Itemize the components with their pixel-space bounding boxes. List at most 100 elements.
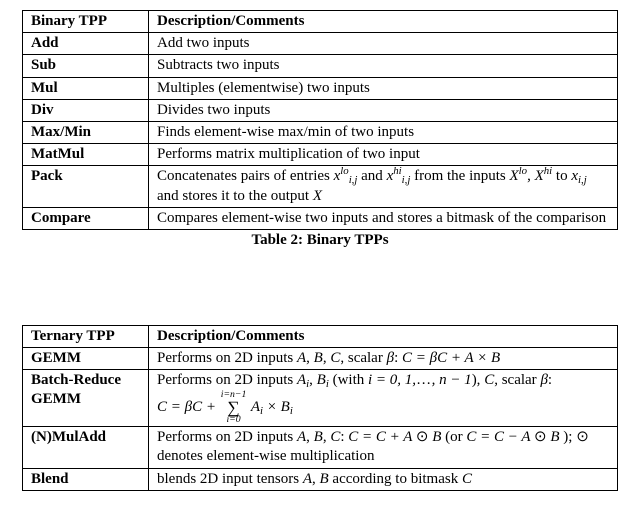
- sym: A: [297, 429, 306, 445]
- eq: B: [428, 429, 441, 445]
- text: );: [563, 429, 576, 445]
- text: ,: [309, 372, 317, 388]
- table-row: GEMM Performs on 2D inputs A, B, C, scal…: [23, 348, 618, 370]
- row-name: Div: [23, 99, 149, 121]
- row-desc: Subtracts two inputs: [149, 55, 618, 77]
- text: ),: [472, 372, 485, 388]
- row-name: Max/Min: [23, 121, 149, 143]
- table-row: Add Add two inputs: [23, 33, 618, 55]
- row-name: (N)MulAdd: [23, 427, 149, 468]
- sup: hi: [544, 165, 552, 177]
- text: Performs on 2D inputs: [157, 350, 297, 366]
- text: ,: [312, 471, 320, 487]
- sym: B: [314, 429, 323, 445]
- sym: A: [247, 399, 260, 415]
- text: Performs on 2D inputs: [157, 429, 297, 445]
- text: ,: [306, 350, 314, 366]
- sym: C: [462, 471, 472, 487]
- binary-tpp-table: Binary TPP Description/Comments Add Add …: [22, 10, 618, 230]
- table-row: MatMul Performs matrix multiplication of…: [23, 144, 618, 166]
- sym: B: [317, 372, 326, 388]
- sub: i,j: [578, 174, 587, 186]
- table2-caption: Table 2: Binary TPPs: [22, 232, 618, 249]
- table-row: Div Divides two inputs: [23, 99, 618, 121]
- row-name: Batch-Reduce GEMM: [23, 370, 149, 427]
- odot-icon: ⊙: [576, 429, 589, 445]
- text: (with: [329, 372, 368, 388]
- text: scalar: [502, 372, 541, 388]
- sup: lo: [519, 165, 527, 177]
- row-name: MatMul: [23, 144, 149, 166]
- sym: A: [297, 350, 306, 366]
- eq: C = C − A: [466, 429, 534, 445]
- sym: β: [540, 372, 547, 388]
- text: Concatenates pairs of entries: [157, 168, 334, 184]
- row-name: Add: [23, 33, 149, 55]
- row-desc: Divides two inputs: [149, 99, 618, 121]
- range2: , n − 1: [432, 372, 472, 388]
- text: and: [357, 168, 386, 184]
- row-name: GEMM: [23, 348, 149, 370]
- sym: β: [387, 350, 394, 366]
- text: ,: [527, 168, 535, 184]
- sub: i: [290, 405, 293, 417]
- sym: X: [313, 188, 322, 204]
- sym: A: [297, 372, 306, 388]
- page: Binary TPP Description/Comments Add Add …: [0, 0, 640, 501]
- sym: X: [510, 168, 519, 184]
- sum-icon: i=n−1∑i=0: [221, 390, 247, 425]
- row-name: Mul: [23, 77, 149, 99]
- table-row: Mul Multiples (elementwise) two inputs: [23, 77, 618, 99]
- table-row: (N)MulAdd Performs on 2D inputs A, B, C:…: [23, 427, 618, 468]
- row-desc: Performs matrix multiplication of two in…: [149, 144, 618, 166]
- spacer: [22, 249, 618, 325]
- table-row: Compare Compares element-wise two inputs…: [23, 207, 618, 229]
- text: according to bitmask: [329, 471, 462, 487]
- sym: × B: [263, 399, 290, 415]
- text: blends 2D input tensors: [157, 471, 303, 487]
- eq: B: [547, 429, 564, 445]
- table-row: Blend blends 2D input tensors A, B accor…: [23, 468, 618, 490]
- col-header-binary-tpp: Binary TPP: [23, 11, 149, 33]
- col-header-ternary-tpp: Ternary TPP: [23, 325, 149, 347]
- sym: C: [330, 350, 340, 366]
- row-name: Sub: [23, 55, 149, 77]
- sym: C: [484, 372, 494, 388]
- sup: hi: [393, 165, 401, 177]
- row-desc: Performs on 2D inputs A, B, C: C = C + A…: [149, 427, 618, 468]
- table-row: Max/Min Finds element-wise max/min of tw…: [23, 121, 618, 143]
- table-row: Batch-Reduce GEMM Performs on 2D inputs …: [23, 370, 618, 427]
- odot-icon: ⊙: [534, 429, 547, 445]
- eq: C = βC + A × B: [402, 350, 500, 366]
- text: Performs on 2D inputs: [157, 372, 297, 388]
- sym: A: [303, 471, 312, 487]
- ternary-tpp-table: Ternary TPP Description/Comments GEMM Pe…: [22, 325, 618, 491]
- row-desc: Compares element-wise two inputs and sto…: [149, 207, 618, 229]
- text: and stores it to the output: [157, 188, 313, 204]
- text: :: [394, 350, 402, 366]
- range: i = 0, 1,: [368, 372, 416, 388]
- sym: B: [314, 350, 323, 366]
- table-header-row: Binary TPP Description/Comments: [23, 11, 618, 33]
- col-header-description: Description/Comments: [149, 325, 618, 347]
- table-row: Pack Concatenates pairs of entries xloi,…: [23, 166, 618, 207]
- text: denotes element-wise multiplication: [157, 448, 374, 464]
- row-desc: Performs on 2D inputs Ai, Bi (with i = 0…: [149, 370, 618, 427]
- sym: B: [320, 471, 329, 487]
- row-desc: Finds element-wise max/min of two inputs: [149, 121, 618, 143]
- table-header-row: Ternary TPP Description/Comments: [23, 325, 618, 347]
- lhs: C = βC +: [157, 399, 220, 415]
- text: to: [552, 168, 571, 184]
- text: ,: [494, 372, 502, 388]
- text: , scalar: [340, 350, 386, 366]
- row-desc: Performs on 2D inputs A, B, C, scalar β:…: [149, 348, 618, 370]
- sup: lo: [340, 165, 348, 177]
- sym: x: [571, 168, 578, 184]
- col-header-description: Description/Comments: [149, 11, 618, 33]
- row-name: Blend: [23, 468, 149, 490]
- eq: C = C + A: [348, 429, 416, 445]
- sum-bot: i=0: [221, 415, 247, 425]
- row-desc: Multiples (elementwise) two inputs: [149, 77, 618, 99]
- row-desc: Add two inputs: [149, 33, 618, 55]
- row-desc: Concatenates pairs of entries x lo i,j and…: [149, 166, 618, 207]
